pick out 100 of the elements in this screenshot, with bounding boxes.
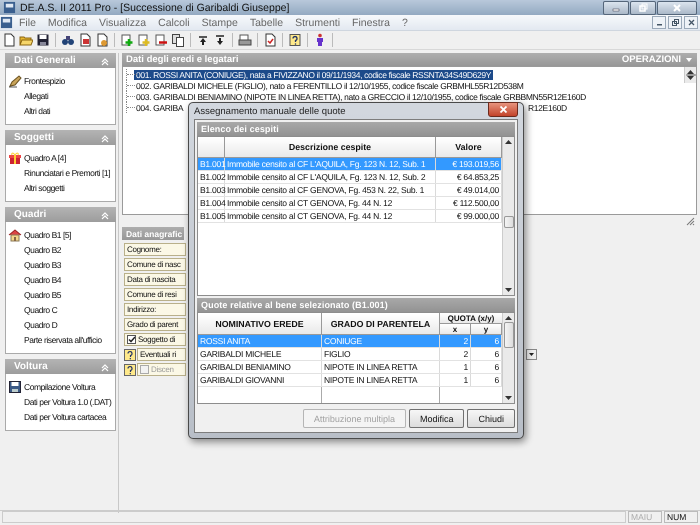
tree-item[interactable]: 003. GARIBALDI BENIAMINO (NIPOTE IN LINEA RETTA), nato a GRECCIO il 12/10/1955, codice fiscale GRBBMN55R12E160D bbox=[134, 92, 588, 102]
copy-icon[interactable] bbox=[171, 33, 185, 47]
menu-item[interactable]: ? bbox=[396, 16, 414, 28]
remove-icon[interactable] bbox=[154, 33, 168, 47]
table-cell: 1 bbox=[440, 374, 471, 386]
printer-icon[interactable] bbox=[238, 33, 252, 47]
caret-icon bbox=[528, 351, 535, 358]
checklist-icon[interactable] bbox=[263, 33, 277, 47]
menu-item[interactable]: Modifica bbox=[42, 16, 94, 28]
table-row[interactable]: B1.003 Immobile censito al CF GENOVA, Fg. 453 N. 22, Sub. 1 € 49.014,00 bbox=[198, 184, 502, 197]
column-header[interactable]: Descrizione cespite bbox=[225, 137, 436, 157]
collapse-icon bbox=[100, 132, 110, 142]
close-button[interactable] bbox=[657, 0, 697, 14]
table-cell: Immobile censito al CF L'AQUILA, Fg. 123 N. 12, Sub. 2 bbox=[225, 171, 436, 183]
app-icon bbox=[3, 1, 16, 14]
sidebar-link[interactable]: Quadro B1 [5] bbox=[24, 230, 72, 240]
sidebar-link[interactable]: Frontespizio bbox=[24, 76, 65, 86]
move-down-icon[interactable] bbox=[213, 33, 227, 47]
sidebar-link[interactable]: Quadro A [4] bbox=[24, 152, 66, 162]
close-icon bbox=[498, 105, 508, 114]
sidebar-link[interactable]: Allegati bbox=[24, 90, 48, 100]
sidebar-link[interactable]: Quadro D bbox=[24, 320, 58, 330]
scrollbar[interactable] bbox=[502, 137, 514, 295]
column-header[interactable]: Valore bbox=[436, 137, 502, 157]
new-file-icon[interactable] bbox=[2, 33, 16, 47]
table-cell: B1.003 bbox=[198, 184, 225, 196]
collapse-icon bbox=[100, 362, 110, 372]
help-icon bbox=[124, 348, 136, 360]
sidebar-link[interactable]: Quadro B4 bbox=[24, 274, 62, 284]
table-row[interactable]: GARIBALDI MICHELE FIGLIO 2 6 bbox=[198, 348, 502, 361]
document-settings-icon[interactable] bbox=[95, 33, 109, 47]
column-header[interactable]: x bbox=[440, 324, 471, 334]
table-row[interactable]: GARIBALDI GIOVANNI NIPOTE IN LINEA RETTA 1 6 bbox=[198, 374, 502, 387]
table-row[interactable]: B1.002 Immobile censito al CF L'AQUILA, Fg. 123 N. 12, Sub. 2 € 64.853,25 bbox=[198, 171, 502, 184]
dropdown-icon bbox=[685, 56, 693, 64]
menu-item[interactable]: Visualizza bbox=[93, 16, 152, 28]
menu-item[interactable]: File bbox=[13, 16, 42, 28]
table-cell: 2 bbox=[440, 335, 471, 347]
minimize-button[interactable] bbox=[652, 16, 666, 29]
checkbox-row[interactable]: Soggetto di bbox=[124, 333, 186, 346]
dialog-button[interactable]: Modifica bbox=[408, 409, 464, 428]
tree-item[interactable]: 002. GARIBALDI MICHELE (FIGLIO), nato a FERENTILLO il 12/10/1955, codice fiscale GRBMHL55R12D538M bbox=[134, 80, 526, 90]
sidebar-link[interactable]: Altri dati bbox=[24, 106, 50, 116]
table-row[interactable]: B1.005 Immobile censito al CT GENOVA, Fg. 44 N. 12 € 99.000,00 bbox=[198, 210, 502, 223]
sidebar-link[interactable]: Quadro C bbox=[24, 304, 58, 314]
restore-button[interactable] bbox=[668, 16, 682, 29]
table-cell: B1.005 bbox=[198, 210, 225, 222]
binoculars-icon[interactable] bbox=[61, 33, 75, 47]
dropdown-button[interactable] bbox=[526, 349, 537, 360]
table-cell: B1.002 bbox=[198, 171, 225, 183]
sidebar-link[interactable]: Quadro B3 bbox=[24, 260, 62, 270]
menu-item[interactable]: Tabelle bbox=[244, 16, 290, 28]
menu-item[interactable]: Strumenti bbox=[289, 16, 346, 28]
column-header[interactable]: y bbox=[471, 324, 502, 334]
tree-item[interactable]: 001. ROSSI ANITA (CONIUGE), nata a FIVIZZANO il 09/11/1934, codice fiscale RSSNTA34S49D629Y bbox=[134, 70, 494, 80]
sidebar-link[interactable]: Dati per Voltura cartacea bbox=[24, 412, 106, 422]
sidebar-link[interactable]: Compilazione Voltura bbox=[24, 382, 96, 392]
sidebar-link[interactable]: Parte riservata all'ufficio bbox=[24, 334, 102, 344]
help-icon[interactable] bbox=[288, 33, 302, 47]
column-header[interactable]: QUOTA (x/y) bbox=[440, 313, 502, 324]
house-icon bbox=[8, 228, 22, 242]
table-cell: NIPOTE IN LINEA RETTA bbox=[322, 361, 440, 373]
maximize-button[interactable] bbox=[630, 0, 656, 14]
sidebar-link[interactable]: Altri soggetti bbox=[24, 182, 64, 192]
scrollbar[interactable] bbox=[684, 67, 696, 83]
sidebar-link[interactable]: Rinunciatari e Premorti [1] bbox=[24, 168, 110, 178]
document-icon bbox=[0, 16, 13, 29]
document-edit-icon[interactable] bbox=[78, 33, 92, 47]
help-button[interactable] bbox=[124, 348, 136, 360]
sidebar-link[interactable]: Quadro B2 bbox=[24, 244, 62, 254]
table-cell: NIPOTE IN LINEA RETTA bbox=[322, 374, 440, 386]
column-header[interactable]: GRADO DI PARENTELA bbox=[322, 313, 440, 334]
add-icon[interactable] bbox=[137, 33, 151, 47]
checkbox[interactable] bbox=[127, 335, 136, 344]
table-cell: GARIBALDI GIOVANNI bbox=[198, 374, 322, 386]
menu-item[interactable]: Stampe bbox=[196, 16, 244, 28]
table-cell: 2 bbox=[440, 348, 471, 360]
sidebar-link[interactable]: Quadro B5 bbox=[24, 290, 62, 300]
column-header[interactable]: NOMINATIVO EREDE bbox=[198, 313, 322, 334]
tree-item[interactable]: 004. GARIBA bbox=[134, 102, 186, 112]
tree-item[interactable]: R12E160D bbox=[526, 102, 569, 112]
minimize-button[interactable] bbox=[603, 0, 629, 14]
column-header[interactable] bbox=[198, 137, 225, 157]
close-button[interactable] bbox=[488, 102, 518, 117]
table-cell: Immobile censito al CF L'AQUILA, Fg. 123 N. 12, Sub. 1 bbox=[225, 158, 436, 170]
table-cell: Immobile censito al CT GENOVA, Fg. 44 N. 12 bbox=[225, 210, 436, 222]
close-button[interactable] bbox=[684, 16, 698, 29]
save-icon[interactable] bbox=[36, 33, 50, 47]
table-row[interactable]: GARIBALDI BENIAMINO NIPOTE IN LINEA RETTA 1 6 bbox=[198, 361, 502, 374]
menu-item[interactable]: Calcoli bbox=[152, 16, 196, 28]
add-icon[interactable] bbox=[120, 33, 134, 47]
sidebar-link[interactable]: Dati per Voltura 1.0 (.DAT) bbox=[24, 396, 112, 406]
collapse-icon bbox=[100, 56, 110, 66]
scrollbar[interactable] bbox=[502, 313, 514, 403]
scroll-up-icon bbox=[505, 316, 512, 320]
scroll-up-icon bbox=[505, 140, 512, 144]
menu-item[interactable]: Finestra bbox=[346, 16, 396, 28]
table-row[interactable]: B1.004 Immobile censito al CT GENOVA, Fg. 44 N. 12 € 112.500,00 bbox=[198, 197, 502, 210]
dialog-button[interactable]: Chiudi bbox=[467, 409, 515, 428]
table-cell: 1 bbox=[440, 361, 471, 373]
